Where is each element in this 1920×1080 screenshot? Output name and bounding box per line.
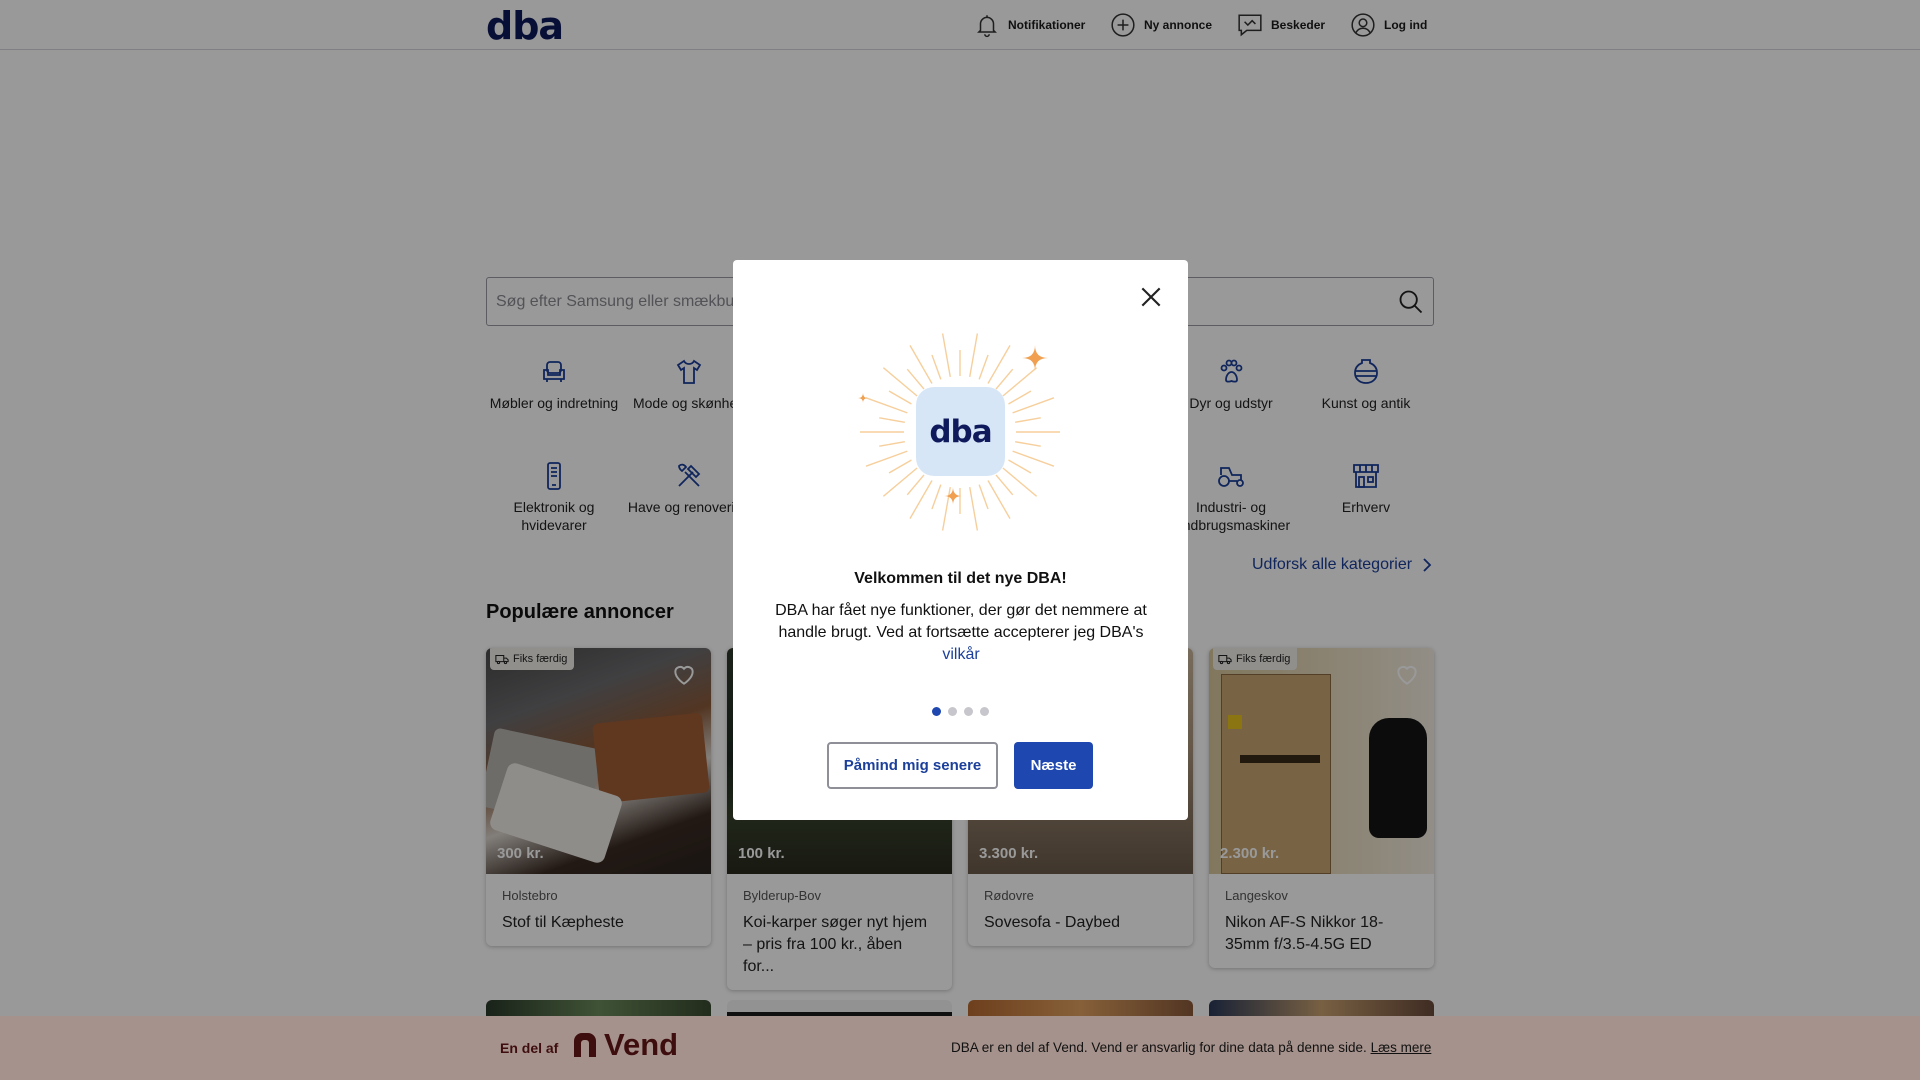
step-dot[interactable] <box>980 707 989 716</box>
sunburst-ray <box>888 390 912 405</box>
step-dot[interactable] <box>932 707 941 716</box>
next-button[interactable]: Næste <box>1014 742 1093 789</box>
sunburst-ray <box>1015 417 1041 423</box>
welcome-modal: dba Velkommen til det nye DBA! DBA har f… <box>733 260 1188 820</box>
dba-app-icon: dba <box>916 387 1005 476</box>
terms-link[interactable]: vilkår <box>942 646 979 663</box>
step-indicator <box>733 707 1188 716</box>
remind-later-button[interactable]: Påmind mig senere <box>827 742 998 789</box>
sunburst-ray <box>995 474 1014 496</box>
sunburst-ray <box>995 368 1014 390</box>
sunburst-ray <box>1002 367 1038 397</box>
sunburst-ray <box>865 397 908 414</box>
sparkle-icon <box>858 393 868 403</box>
sunburst-ray <box>888 459 912 474</box>
sunburst-ray <box>1008 390 1032 405</box>
sunburst-ray <box>909 480 933 519</box>
modal-title: Velkommen til det nye DBA! <box>854 570 1067 587</box>
sunburst-ray <box>879 417 905 423</box>
sunburst-ray <box>909 345 933 384</box>
step-dot[interactable] <box>948 707 957 716</box>
sunburst-ray <box>882 467 918 497</box>
modal-body: DBA har fået nye funktioner, der gør det… <box>771 600 1151 666</box>
sparkle-icon <box>1022 345 1048 371</box>
sunburst-ray <box>931 354 942 380</box>
sunburst-ray <box>969 487 979 531</box>
sunburst-ray <box>865 450 908 467</box>
sunburst-ray <box>931 484 942 510</box>
modal-body-text: DBA har fået nye funktioner, der gør det… <box>775 602 1147 641</box>
sunburst-ray <box>1015 441 1041 447</box>
sunburst-ray <box>882 367 918 397</box>
sunburst-ray <box>879 441 905 447</box>
part-of-label: En del af <box>500 1040 559 1056</box>
sparkle-icon <box>944 487 962 505</box>
welcome-illustration: dba <box>854 330 1067 535</box>
close-icon[interactable] <box>1138 284 1164 310</box>
sunburst-ray <box>987 480 1011 519</box>
sunburst-ray <box>906 368 925 390</box>
sunburst-ray <box>941 487 951 531</box>
vend-logo: Vend <box>574 1027 678 1063</box>
sunburst-ray <box>1008 459 1032 474</box>
sunburst-ray <box>1012 397 1055 414</box>
dba-app-icon-label: dba <box>929 413 992 450</box>
vend-brand-label: Vend <box>604 1027 679 1062</box>
footer-message-text: DBA er en del af Vend. Vend er ansvarlig… <box>951 1040 1367 1055</box>
sunburst-ray <box>1002 467 1038 497</box>
sunburst-ray <box>987 345 1011 384</box>
vend-footer-banner: En del af Vend DBA er en del af Vend. Ve… <box>0 1016 1920 1080</box>
sunburst-ray <box>978 484 989 510</box>
sunburst-ray <box>941 333 951 377</box>
sunburst-ray <box>969 333 979 377</box>
sunburst-ray <box>1012 450 1055 467</box>
read-more-link[interactable]: Læs mere <box>1371 1040 1432 1055</box>
sunburst-ray <box>978 354 989 380</box>
footer-message: DBA er en del af Vend. Vend er ansvarlig… <box>951 1040 1431 1055</box>
step-dot[interactable] <box>964 707 973 716</box>
sunburst-ray <box>906 474 925 496</box>
vend-mark-icon <box>574 1033 596 1057</box>
